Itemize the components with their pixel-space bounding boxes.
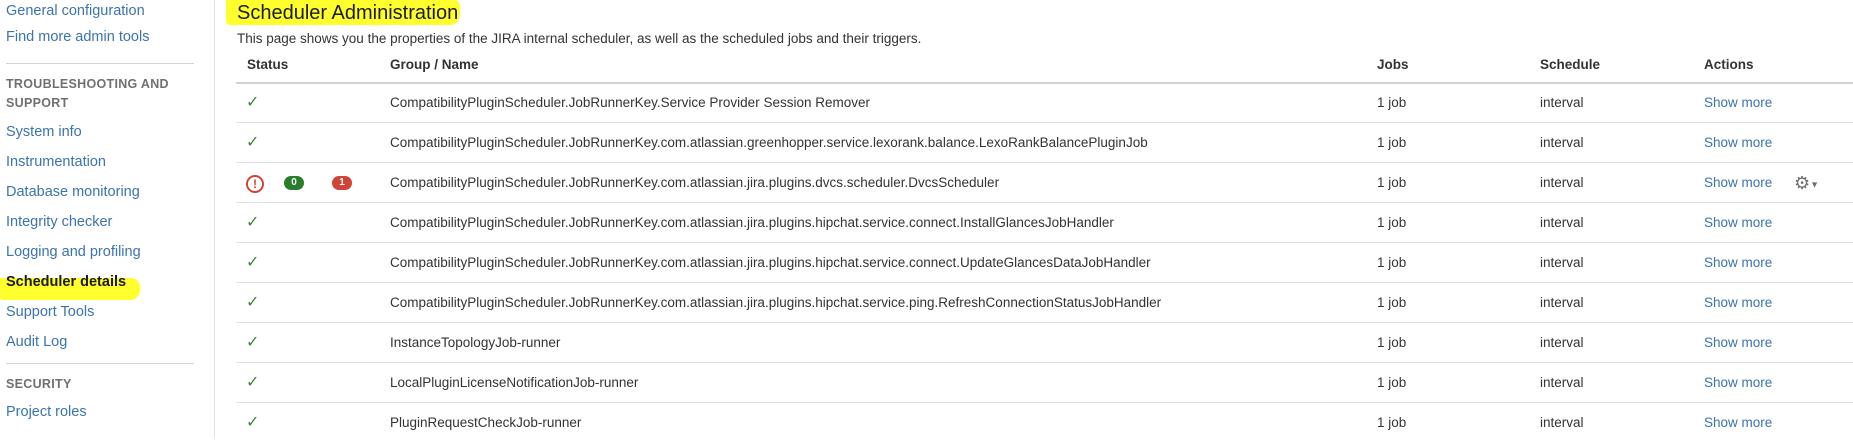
heading-line: SUPPORT <box>6 96 69 110</box>
table-row: ✓ PluginRequestCheckJob-runner 1 job int… <box>236 403 1853 443</box>
job-name: InstanceTopologyJob-runner <box>390 335 561 350</box>
job-count: 1 job <box>1377 295 1407 310</box>
show-more-link[interactable]: Show more <box>1704 403 1772 443</box>
check-icon: ✓ <box>246 374 260 391</box>
job-schedule: interval <box>1540 415 1584 430</box>
gear-icon: ⚙ <box>1794 173 1811 193</box>
job-name: LocalPluginLicenseNotificationJob-runner <box>390 375 639 390</box>
table-row: ✓ LocalPluginLicenseNotificationJob-runn… <box>236 363 1853 403</box>
check-icon: ✓ <box>246 254 260 271</box>
job-count: 1 job <box>1377 375 1407 390</box>
job-name: CompatibilityPluginScheduler.JobRunnerKe… <box>390 95 870 110</box>
row-actions-menu[interactable]: ⚙▼ <box>1794 163 1819 203</box>
show-more-link[interactable]: Show more <box>1704 323 1772 363</box>
error-circle-icon: ! <box>246 175 264 193</box>
table-row: ✓ CompatibilityPluginScheduler.JobRunner… <box>236 283 1853 323</box>
job-schedule: interval <box>1540 135 1584 150</box>
check-icon: ✓ <box>246 294 260 311</box>
show-more-link[interactable]: Show more <box>1704 243 1772 283</box>
check-icon: ✓ <box>246 334 260 351</box>
show-more-link[interactable]: Show more <box>1704 203 1772 243</box>
job-count: 1 job <box>1377 215 1407 230</box>
job-name: CompatibilityPluginScheduler.JobRunnerKe… <box>390 215 1114 230</box>
admin-sidebar: General configuration Find more admin to… <box>0 0 215 438</box>
column-header-actions: Actions <box>1704 57 1754 72</box>
job-count: 1 job <box>1377 415 1407 430</box>
sidebar-divider <box>6 63 194 64</box>
show-more-link[interactable]: Show more <box>1704 363 1772 403</box>
sidebar-item-audit-log[interactable]: Audit Log <box>6 334 67 350</box>
heading-line: TROUBLESHOOTING AND <box>6 77 169 91</box>
table-row: ! 0 1 CompatibilityPluginScheduler.JobRu… <box>236 163 1853 203</box>
job-name: CompatibilityPluginScheduler.JobRunnerKe… <box>390 175 1000 190</box>
job-schedule: interval <box>1540 175 1584 190</box>
column-header-status: Status <box>247 57 289 72</box>
failure-count-badge: 1 <box>332 176 352 190</box>
show-more-link[interactable]: Show more <box>1704 83 1772 123</box>
sidebar-divider <box>6 363 194 364</box>
job-schedule: interval <box>1540 375 1584 390</box>
job-count: 1 job <box>1377 335 1407 350</box>
column-header-jobs: Jobs <box>1377 57 1409 72</box>
table-row: ✓ InstanceTopologyJob-runner 1 job inter… <box>236 323 1853 363</box>
show-more-link[interactable]: Show more <box>1704 163 1772 203</box>
sidebar-heading-security: SECURITY <box>6 377 72 391</box>
job-count: 1 job <box>1377 255 1407 270</box>
sidebar-item-logging-and-profiling[interactable]: Logging and profiling <box>6 244 141 260</box>
job-schedule: interval <box>1540 95 1584 110</box>
show-more-link[interactable]: Show more <box>1704 123 1772 163</box>
sidebar-item-instrumentation[interactable]: Instrumentation <box>6 154 106 170</box>
show-more-link[interactable]: Show more <box>1704 283 1772 323</box>
sidebar-item-database-monitoring[interactable]: Database monitoring <box>6 184 140 200</box>
chevron-down-icon: ▼ <box>1810 179 1820 190</box>
job-schedule: interval <box>1540 295 1584 310</box>
column-header-schedule: Schedule <box>1540 57 1601 72</box>
column-header-group-name: Group / Name <box>390 57 479 72</box>
page-description: This page shows you the properties of th… <box>237 31 922 46</box>
sidebar-item-system-info[interactable]: System info <box>6 124 82 140</box>
table-row: ✓ CompatibilityPluginScheduler.JobRunner… <box>236 83 1853 123</box>
success-count-badge: 0 <box>284 176 304 190</box>
sidebar-heading-troubleshooting: TROUBLESHOOTING AND SUPPORT <box>6 75 169 113</box>
job-name: CompatibilityPluginScheduler.JobRunnerKe… <box>390 135 1148 150</box>
job-name: PluginRequestCheckJob-runner <box>390 415 582 430</box>
table-row: ✓ CompatibilityPluginScheduler.JobRunner… <box>236 243 1853 283</box>
job-name: CompatibilityPluginScheduler.JobRunnerKe… <box>390 295 1162 310</box>
check-icon: ✓ <box>246 94 260 111</box>
check-icon: ✓ <box>246 134 260 151</box>
table-row: ✓ CompatibilityPluginScheduler.JobRunner… <box>236 203 1853 243</box>
job-schedule: interval <box>1540 215 1584 230</box>
job-count: 1 job <box>1377 135 1407 150</box>
check-icon: ✓ <box>246 414 260 431</box>
sidebar-item-general-configuration[interactable]: General configuration <box>6 3 145 19</box>
job-count: 1 job <box>1377 175 1407 190</box>
sidebar-item-support-tools[interactable]: Support Tools <box>6 304 94 320</box>
job-schedule: interval <box>1540 255 1584 270</box>
sidebar-item-find-more-admin-tools[interactable]: Find more admin tools <box>6 29 149 45</box>
sidebar-item-integrity-checker[interactable]: Integrity checker <box>6 214 112 230</box>
page-title: Scheduler Administration <box>237 2 459 24</box>
sidebar-item-project-roles[interactable]: Project roles <box>6 404 87 420</box>
check-icon: ✓ <box>246 214 260 231</box>
job-name: CompatibilityPluginScheduler.JobRunnerKe… <box>390 255 1151 270</box>
sidebar-item-scheduler-details[interactable]: Scheduler details <box>6 274 126 290</box>
job-schedule: interval <box>1540 335 1584 350</box>
table-row: ✓ CompatibilityPluginScheduler.JobRunner… <box>236 123 1853 163</box>
job-count: 1 job <box>1377 95 1407 110</box>
